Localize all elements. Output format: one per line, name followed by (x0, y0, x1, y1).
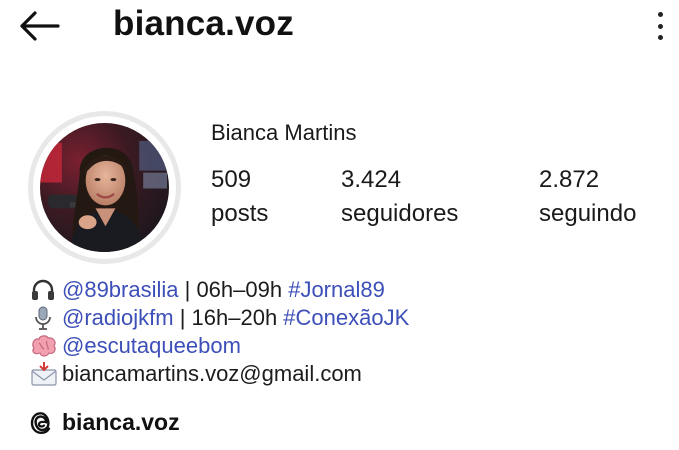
followers-count-label: seguidores (341, 200, 459, 227)
headphones-emoji (30, 277, 60, 303)
more-vertical-icon (657, 12, 663, 17)
threads-icon (30, 410, 54, 436)
bio-line-3: @escutaqueebom (30, 332, 409, 360)
bio-line-4: biancamartins.voz@gmail.com (30, 360, 409, 388)
back-button[interactable] (18, 6, 66, 46)
followers-count-value: 3.424 (341, 166, 402, 193)
following-count-value: 2.872 (539, 166, 600, 193)
avatar-ring-inner (33, 116, 176, 259)
avatar-ring[interactable] (28, 111, 181, 264)
arrow-left-icon (20, 11, 60, 41)
profile-full-name: Bianca Martins (211, 120, 357, 145)
posts-count-label: posts (211, 200, 269, 227)
bio: @89brasilia | 06h–09h #Jornal89 @radiojk… (30, 276, 409, 388)
mention-89brasilia[interactable]: @89brasilia (62, 276, 179, 304)
header-username: bianca.voz (113, 4, 294, 43)
avatar-photo (40, 123, 169, 252)
brain-emoji (30, 333, 60, 359)
bio-line-1: @89brasilia | 06h–09h #Jornal89 (30, 276, 409, 304)
incoming-envelope-emoji (30, 361, 60, 387)
bio-line-1-text: | 06h–09h (178, 277, 289, 302)
bio-line-2-text: | 16h–20h (173, 305, 284, 330)
hashtag-jornal89[interactable]: #Jornal89 (288, 276, 385, 304)
threads-username: bianca.voz (62, 409, 180, 435)
bio-line-2: @radiojkfm | 16h–20h #ConexãoJK (30, 304, 409, 332)
following-count-label: seguindo (539, 200, 637, 227)
threads-profile-link[interactable]: bianca.voz (30, 409, 180, 436)
posts-count-value: 509 (211, 166, 252, 193)
bio-email[interactable]: biancamartins.voz@gmail.com (62, 360, 362, 388)
mention-radiojkfm[interactable]: @radiojkfm (62, 304, 174, 332)
hashtag-conexaojk[interactable]: #ConexãoJK (283, 304, 409, 332)
microphone-emoji (30, 305, 60, 331)
more-options-button[interactable] (647, 9, 673, 43)
more-dot (657, 23, 663, 29)
avatar (40, 123, 169, 252)
more-dot (657, 35, 663, 40)
followers-count[interactable]: 3.424 seguidores (341, 163, 458, 231)
mention-escutaqueebom[interactable]: @escutaqueebom (62, 332, 241, 360)
posts-count[interactable]: 509 posts (211, 163, 268, 231)
following-count[interactable]: 2.872 seguindo (539, 163, 636, 231)
